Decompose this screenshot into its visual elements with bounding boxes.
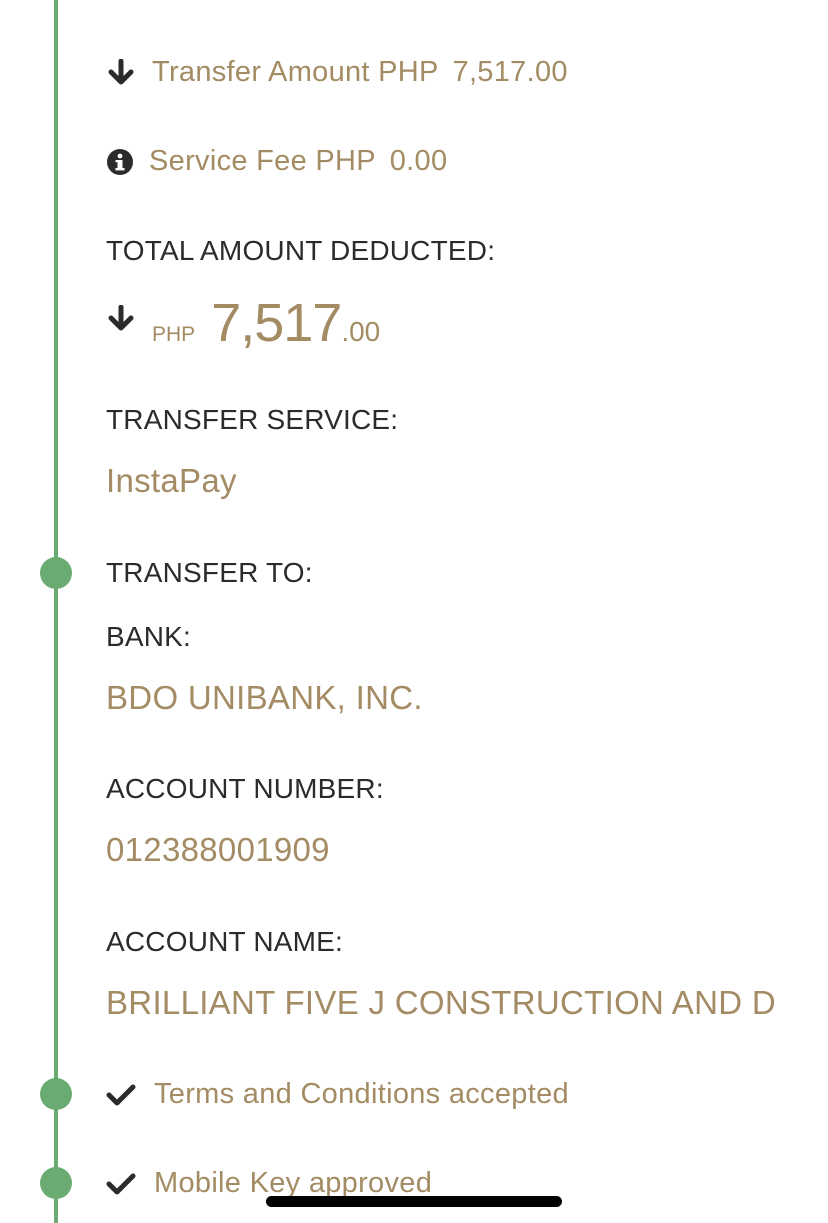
transfer-amount-value: 7,517.00 (452, 56, 568, 88)
transfer-amount-label: Transfer Amount PHP (152, 56, 439, 88)
transfer-service-label: TRANSFER SERVICE: (106, 404, 399, 435)
account-number-label: ACCOUNT NUMBER: (106, 773, 384, 804)
timeline-dot-mobile-key (40, 1167, 72, 1199)
timeline-dot-transfer-to (40, 557, 72, 589)
account-number-value: 012388001909 (106, 831, 330, 868)
total-amount-label: TOTAL AMOUNT DEDUCTED: (106, 235, 496, 266)
bank-label: BANK: (106, 621, 192, 652)
transfer-service-value: InstaPay (106, 462, 237, 499)
account-name-label: ACCOUNT NAME: (106, 926, 343, 957)
service-fee-label: Service Fee PHP (149, 145, 376, 177)
checkmark-icon (106, 1171, 136, 1197)
total-amount: PHP 7,517 .00 (152, 292, 380, 354)
home-indicator[interactable] (266, 1196, 562, 1207)
service-fee-row: Service Fee PHP 0.00 (149, 145, 447, 178)
bank-value: BDO UNIBANK, INC. (106, 679, 423, 716)
timeline-dot-terms (40, 1078, 72, 1110)
arrow-down-icon (106, 304, 136, 334)
terms-accepted-text: Terms and Conditions accepted (154, 1078, 569, 1110)
checkmark-icon (106, 1082, 136, 1108)
account-name-value: BRILLIANT FIVE J CONSTRUCTION AND D (106, 984, 776, 1021)
total-amount-whole: 7,517 (211, 293, 342, 353)
total-currency: PHP (152, 323, 196, 346)
service-fee-value: 0.00 (389, 145, 448, 177)
info-circle-icon (106, 148, 134, 176)
transfer-amount-row: Transfer Amount PHP 7,517.00 (152, 56, 568, 89)
transfer-to-label: TRANSFER TO: (106, 557, 313, 588)
total-amount-cents: .00 (341, 316, 381, 347)
arrow-down-icon (106, 58, 136, 88)
timeline-line (54, 0, 58, 1223)
